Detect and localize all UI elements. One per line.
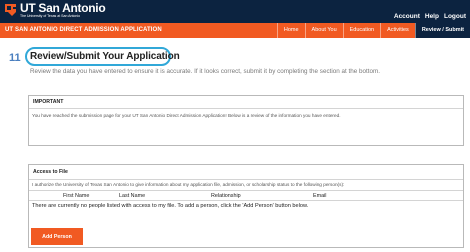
help-link[interactable]: Help bbox=[425, 13, 439, 20]
access-to-file-panel: Access to File I authorize the Universit… bbox=[28, 164, 464, 248]
roadrunner-logo-icon bbox=[5, 4, 16, 16]
column-email: Email bbox=[313, 193, 327, 199]
top-bar: UT San Antonio The University of Texas a… bbox=[0, 0, 470, 23]
authorization-text: I authorize the University of Texas San … bbox=[32, 182, 345, 187]
nav-home[interactable]: Home bbox=[276, 23, 305, 38]
account-links: Account Help Logout bbox=[394, 13, 466, 20]
ut-san-antonio-logo[interactable]: UT San Antonio The University of Texas a… bbox=[4, 1, 106, 19]
access-table: First Name Last Name Relationship Email … bbox=[29, 190, 463, 211]
empty-table-message: There are currently no people listed wit… bbox=[32, 203, 309, 209]
column-last-name: Last Name bbox=[119, 193, 146, 199]
step-number: 11 bbox=[9, 52, 21, 64]
nav-review-submit[interactable]: Review / Submit bbox=[414, 23, 470, 38]
nav-tabs: Home About You Education Activities Revi… bbox=[276, 23, 470, 38]
access-header: Access to File bbox=[33, 169, 68, 175]
application-title: UT SAN ANTONIO DIRECT ADMISSION APPLICAT… bbox=[5, 27, 162, 33]
important-panel: IMPORTANT You have reached the submissio… bbox=[28, 95, 464, 146]
main-navigation: UT SAN ANTONIO DIRECT ADMISSION APPLICAT… bbox=[0, 23, 470, 38]
column-relationship: Relationship bbox=[211, 193, 241, 199]
nav-about-you[interactable]: About You bbox=[304, 23, 343, 38]
blank-column-header bbox=[29, 191, 63, 200]
add-person-button[interactable]: Add Person bbox=[31, 228, 83, 245]
table-header-row: First Name Last Name Relationship Email bbox=[29, 191, 463, 201]
important-message: You have reached the submission page for… bbox=[29, 108, 463, 145]
nav-activities[interactable]: Activities bbox=[380, 23, 415, 38]
important-header: IMPORTANT bbox=[33, 99, 64, 105]
account-link[interactable]: Account bbox=[394, 13, 420, 20]
brand-subtitle: The University of Texas at San Antonio bbox=[20, 14, 81, 18]
logout-link[interactable]: Logout bbox=[444, 13, 466, 20]
column-first-name: First Name bbox=[63, 193, 90, 199]
brand-title: UT San Antonio bbox=[20, 1, 106, 15]
page-title: Review/Submit Your Application bbox=[30, 51, 180, 62]
nav-education[interactable]: Education bbox=[342, 23, 380, 38]
access-body: I authorize the University of Texas San … bbox=[29, 179, 463, 211]
page-intro: Review the data you have entered to ensu… bbox=[30, 68, 381, 75]
